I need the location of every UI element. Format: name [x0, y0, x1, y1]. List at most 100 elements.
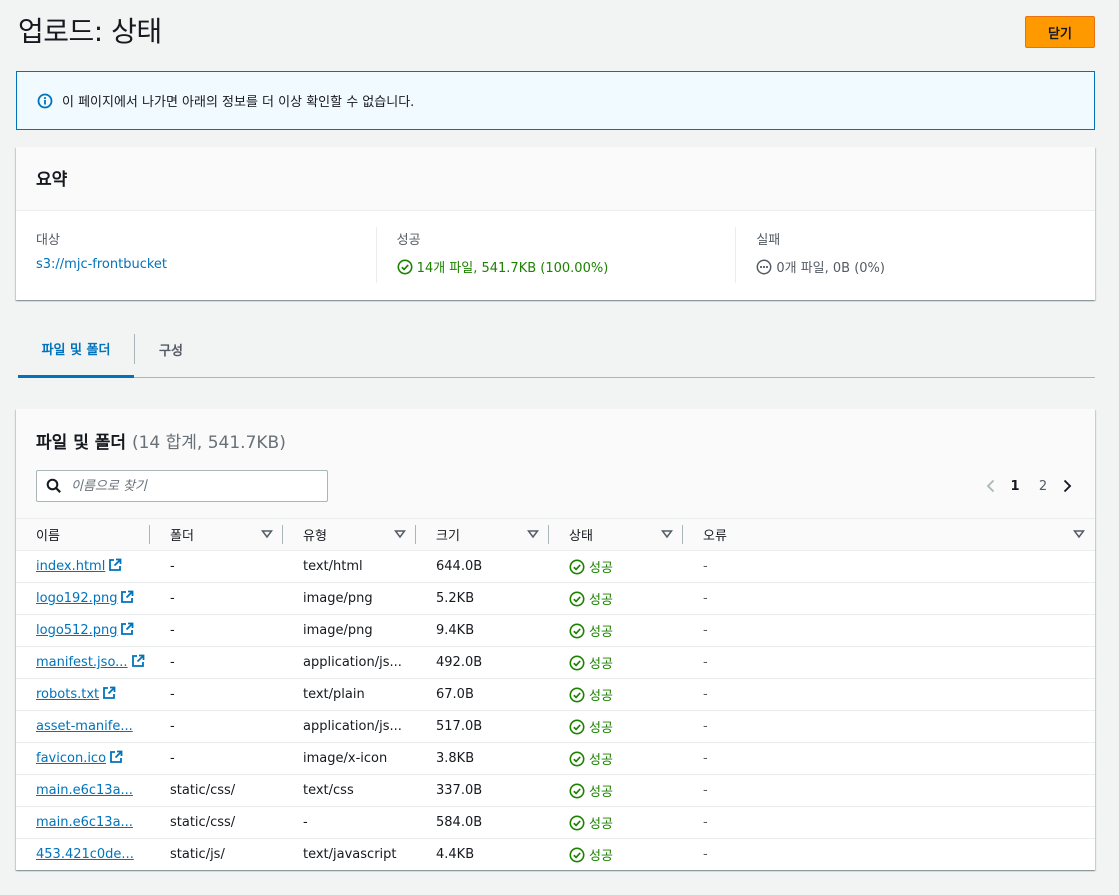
file-name-link[interactable]: index.html [36, 559, 105, 574]
file-name-link[interactable]: robots.txt [36, 687, 99, 702]
column-label: 크기 [436, 528, 460, 544]
destination-label: 대상 [36, 233, 60, 248]
table-row: 453.421c0de... static/js/ text/javascrip… [16, 838, 1095, 870]
file-name-cell: index.html [16, 550, 150, 583]
status-text: 성공 [589, 688, 613, 704]
status-cell: 성공 [549, 806, 683, 839]
destination-link[interactable]: s3://mjc-frontbucket [36, 257, 167, 272]
tab-files-and-folders[interactable]: 파일 및 폴더 [18, 322, 134, 378]
table-row: logo192.png - image/png 5.2KB 성공 - [16, 582, 1095, 615]
file-name-link[interactable]: manifest.jso... [36, 655, 128, 670]
column-label: 오류 [703, 528, 727, 544]
status-text: 성공 [589, 784, 613, 800]
file-name-link[interactable]: favicon.ico [36, 751, 106, 766]
success-check-icon [569, 847, 585, 863]
status-cell: 성공 [549, 646, 683, 679]
search-input[interactable] [71, 478, 311, 494]
page-header: 업로드: 상태 닫기 [18, 8, 1095, 58]
file-name-cell: asset-manife... [16, 710, 150, 743]
error-cell: - [683, 646, 1095, 679]
error-cell: - [683, 678, 1095, 711]
failed-value: 0개 파일, 0B (0%) [776, 261, 885, 276]
column-header-status[interactable]: 상태 [549, 519, 683, 551]
chevron-left-icon[interactable] [981, 476, 1001, 496]
column-header-type[interactable]: 유형 [283, 519, 416, 551]
column-label: 폴더 [170, 528, 194, 544]
status-text: 성공 [589, 592, 613, 608]
column-header-name[interactable]: 이름 [16, 519, 150, 551]
file-name-link[interactable]: logo192.png [36, 591, 117, 606]
close-button[interactable]: 닫기 [1025, 16, 1095, 48]
size-cell: 4.4KB [416, 838, 549, 870]
file-name-cell: manifest.jso... [16, 646, 150, 679]
table-row: logo512.png - image/png 9.4KB 성공 - [16, 614, 1095, 647]
success-check-icon [569, 687, 585, 703]
column-label: 이름 [36, 528, 60, 544]
type-cell: image/png [283, 582, 416, 615]
files-title-text: 파일 및 폴더 [36, 433, 127, 453]
tab-configuration[interactable]: 구성 [134, 322, 208, 377]
status-text: 성공 [589, 816, 613, 832]
folder-cell: - [150, 742, 283, 775]
column-header-size[interactable]: 크기 [416, 519, 549, 551]
page-2-button[interactable]: 2 [1029, 479, 1057, 494]
page-1-button[interactable]: 1 [1001, 479, 1029, 494]
table-row: index.html - text/html 644.0B 성공 - [16, 550, 1095, 583]
files-count: (14 합계, 541.7KB) [131, 433, 286, 453]
file-name-link[interactable]: logo512.png [36, 623, 117, 638]
sort-caret-icon[interactable] [394, 529, 406, 539]
column-header-folder[interactable]: 폴더 [150, 519, 283, 551]
success-label: 성공 [396, 233, 421, 248]
file-name-cell: robots.txt [16, 678, 150, 711]
external-link-icon[interactable] [131, 654, 145, 668]
summary-destination: 대상 s3://mjc-frontbucket [16, 227, 376, 283]
file-name-link[interactable]: 453.421c0de... [36, 847, 134, 862]
external-link-icon[interactable] [120, 622, 134, 636]
folder-cell: static/css/ [150, 806, 283, 839]
status-cell: 성공 [549, 742, 683, 775]
folder-cell: static/css/ [150, 774, 283, 807]
summary-failed: 실패 0개 파일, 0B (0%) [735, 227, 1095, 283]
error-cell: - [683, 582, 1095, 615]
status-cell: 성공 [549, 838, 683, 870]
file-name-link[interactable]: main.e6c13a... [36, 783, 133, 798]
type-cell: application/js... [283, 710, 416, 743]
file-name-link[interactable]: main.e6c13a... [36, 815, 133, 830]
status-text: 성공 [589, 624, 613, 640]
status-text: 성공 [589, 560, 613, 576]
external-link-icon[interactable] [120, 590, 134, 604]
success-check-icon [569, 623, 585, 639]
success-check-icon [569, 655, 585, 671]
type-cell: text/html [283, 550, 416, 583]
alert-text: 이 페이지에서 나가면 아래의 정보를 더 이상 확인할 수 없습니다. [62, 95, 415, 110]
files-title: 파일 및 폴더 (14 합계, 541.7KB) [36, 428, 286, 453]
type-cell: text/javascript [283, 838, 416, 870]
sort-caret-icon[interactable] [661, 529, 673, 539]
sort-caret-icon[interactable] [1073, 529, 1085, 539]
file-name-link[interactable]: asset-manife... [36, 719, 133, 734]
table-row: main.e6c13a... static/css/ - 584.0B 성공 - [16, 806, 1095, 839]
chevron-right-icon[interactable] [1057, 476, 1077, 496]
column-header-error[interactable]: 오류 [683, 519, 1095, 551]
external-link-icon[interactable] [108, 558, 122, 572]
success-check-icon [569, 815, 585, 831]
search-box[interactable] [36, 470, 328, 502]
error-cell: - [683, 774, 1095, 807]
table-row: robots.txt - text/plain 67.0B 성공 - [16, 678, 1095, 711]
failed-label: 실패 [756, 233, 781, 248]
status-cell: 성공 [549, 550, 683, 583]
size-cell: 337.0B [416, 774, 549, 807]
success-check-icon [569, 719, 585, 735]
external-link-icon[interactable] [102, 686, 116, 700]
success-check-icon [569, 591, 585, 607]
type-cell: image/png [283, 614, 416, 647]
sort-caret-icon[interactable] [261, 529, 273, 539]
file-name-cell: main.e6c13a... [16, 806, 150, 839]
pending-dots-icon [756, 259, 772, 275]
size-cell: 492.0B [416, 646, 549, 679]
sort-caret-icon[interactable] [527, 529, 539, 539]
external-link-icon[interactable] [109, 750, 123, 764]
size-cell: 584.0B [416, 806, 549, 839]
files-card: 파일 및 폴더 (14 합계, 541.7KB) 1 2 이름 [16, 409, 1095, 870]
error-cell: - [683, 838, 1095, 870]
